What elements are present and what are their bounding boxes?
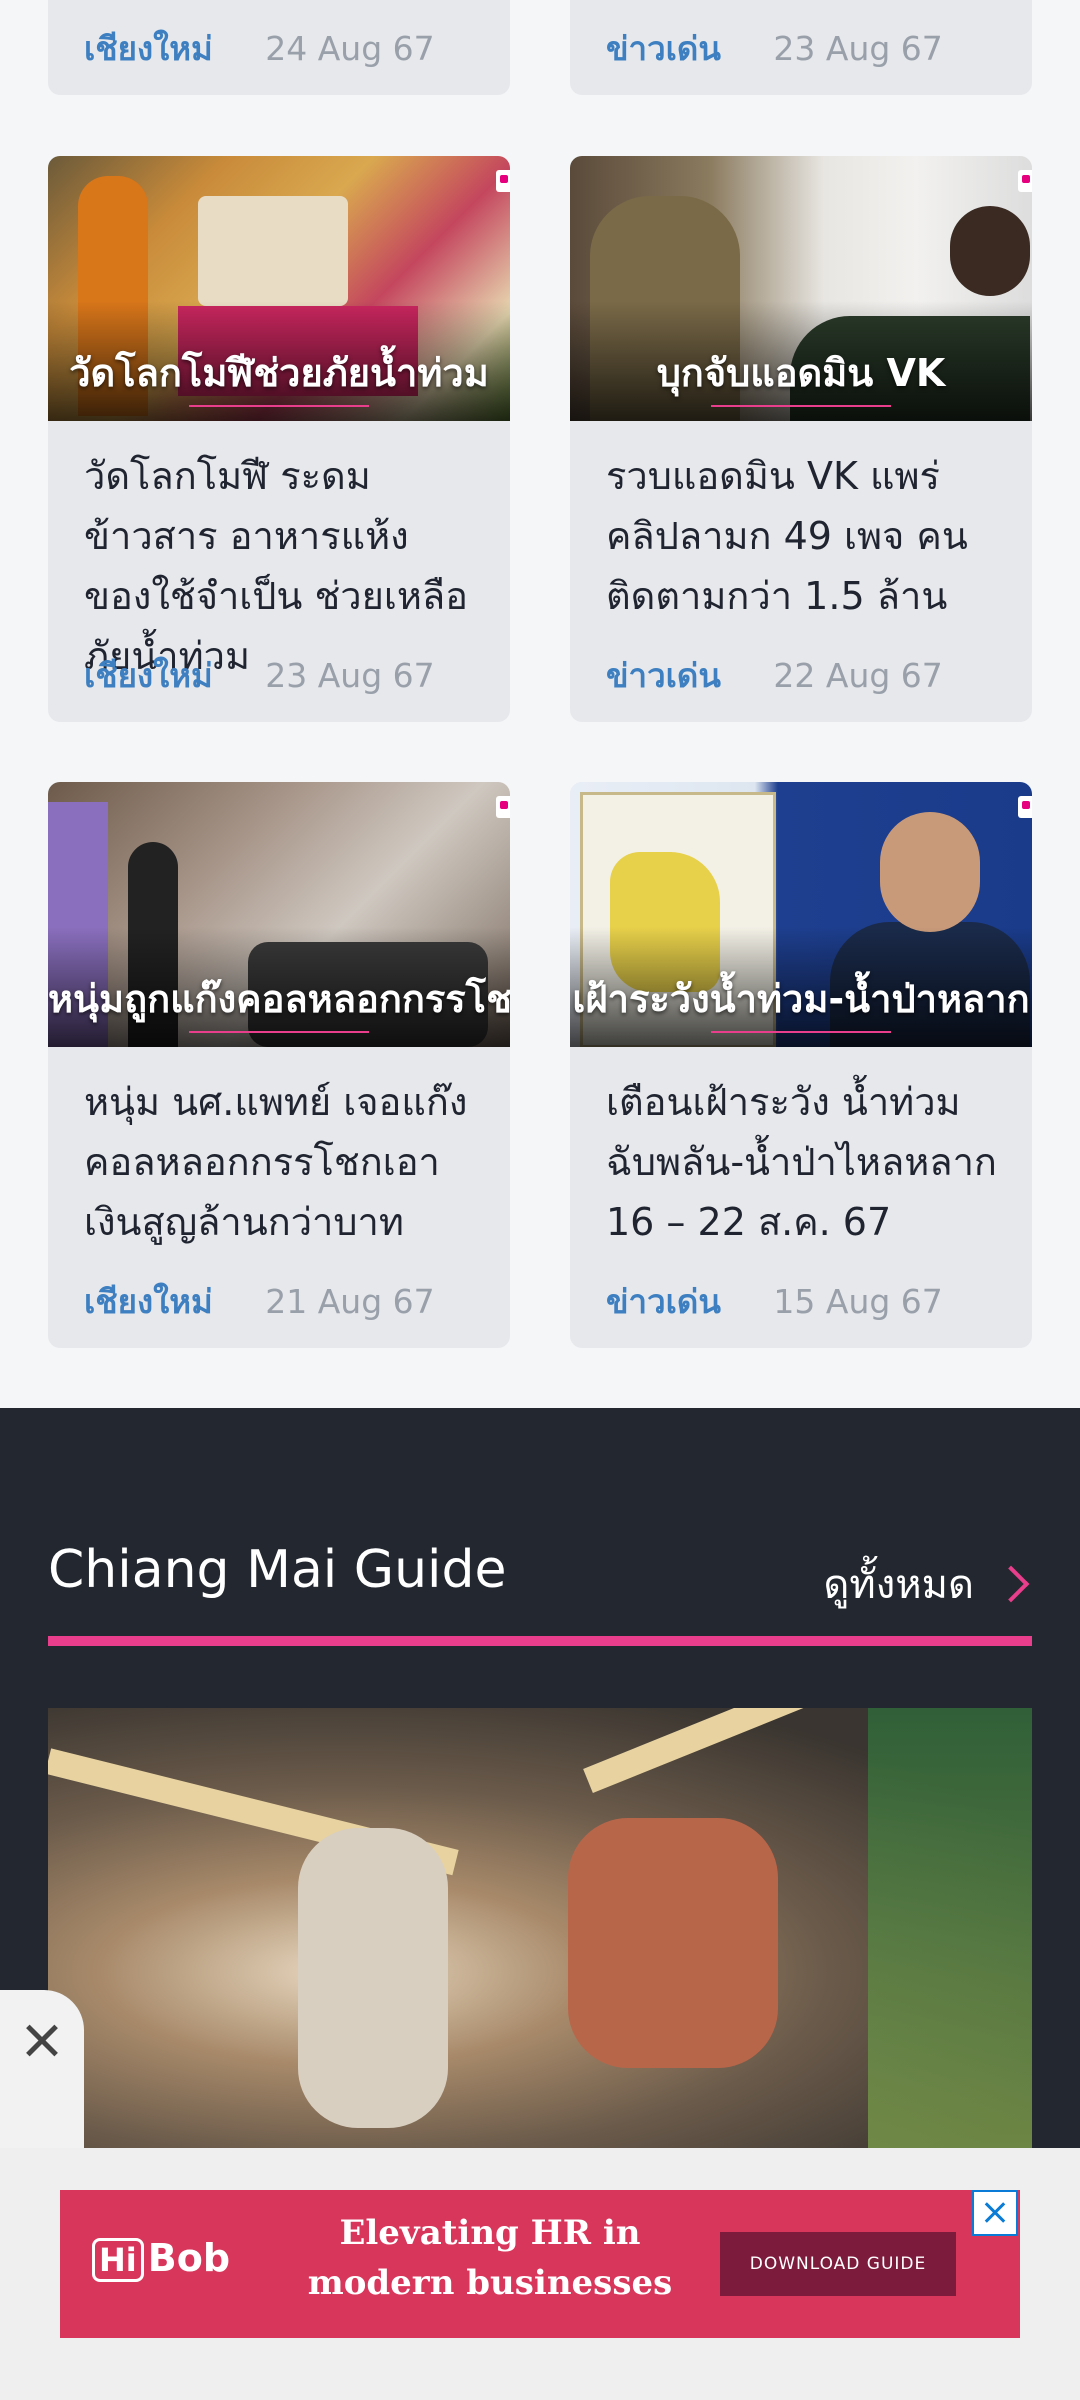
thumbnail-caption: วัดโลกโมฬีช่วยภัยน้ำท่วม [69,351,489,395]
close-icon[interactable] [0,1990,84,2150]
card-date: 23 Aug 67 [773,29,943,68]
card-date: 21 Aug 67 [265,1282,435,1321]
news-thumbnail: เฝ้าระวังน้ำท่วม-น้ำป่าหลาก [570,782,1032,1047]
ad-line-1: Elevating HR in [339,2213,641,2253]
ad-logo-bob: Bob [147,2236,231,2280]
news-card-partial[interactable]: เชียงใหม่ 24 Aug 67 [48,0,510,95]
news-card[interactable]: หนุ่มถูกแก๊งคอลหลอกกรรโชก หนุ่ม นศ.แพทย์… [48,782,510,1348]
see-all-label: ดูทั้งหมด [823,1562,974,1608]
thumbnail-caption: เฝ้าระวังน้ำท่วม-น้ำป่าหลาก [572,977,1030,1021]
ad-download-button[interactable]: DOWNLOAD GUIDE [720,2232,956,2296]
ad-logo: Hi Bob [92,2236,230,2282]
news-card-partial[interactable]: ข่าวเด่น 23 Aug 67 [570,0,1032,95]
card-date: 24 Aug 67 [265,29,435,68]
card-category[interactable]: ข่าวเด่น [606,29,721,68]
card-date: 22 Aug 67 [773,656,943,695]
card-category[interactable]: เชียงใหม่ [84,29,213,68]
ad-headline: Elevating HR in modern businesses [270,2208,710,2308]
card-meta: ข่าวเด่น 22 Aug 67 [606,649,943,702]
card-meta: เชียงใหม่ 21 Aug 67 [84,1275,435,1328]
card-meta: ข่าวเด่น 15 Aug 67 [606,1275,943,1328]
section-divider [48,1636,1032,1646]
card-category[interactable]: เชียงใหม่ [84,656,213,695]
news-thumbnail: บุกจับแอดมิน VK [570,156,1032,421]
see-all-link[interactable]: ดูทั้งหมด [823,1552,1030,1616]
guide-featured-image[interactable] [48,1708,1032,2148]
card-title[interactable]: รวบแอดมิน VK แพร่คลิปลามก 49 เพจ คนติดตา… [606,446,1008,626]
news-thumbnail: หนุ่มถูกแก๊งคอลหลอกกรรโชก [48,782,510,1047]
card-date: 15 Aug 67 [773,1282,943,1321]
thumbnail-caption: บุกจับแอดมิน VK [656,351,946,395]
thumbnail-caption: หนุ่มถูกแก๊งคอลหลอกกรรโชก [48,977,510,1021]
card-date: 23 Aug 67 [265,656,435,695]
news-card[interactable]: บุกจับแอดมิน VK รวบแอดมิน VK แพร่คลิปลาม… [570,156,1032,722]
news-card[interactable]: เฝ้าระวังน้ำท่วม-น้ำป่าหลาก เตือนเฝ้าระว… [570,782,1032,1348]
ad-line-2: modern businesses [307,2263,673,2303]
ad-close-icon[interactable] [972,2190,1018,2236]
card-category[interactable]: เชียงใหม่ [84,1282,213,1321]
chevron-right-icon [992,1565,1030,1603]
news-card[interactable]: วัดโลกโมฬีช่วยภัยน้ำท่วม วัดโลกโมฬี ระดม… [48,156,510,722]
card-category[interactable]: ข่าวเด่น [606,1282,721,1321]
card-meta: เชียงใหม่ 23 Aug 67 [84,649,435,702]
card-title[interactable]: เตือนเฝ้าระวัง น้ำท่วมฉับพลัน-น้ำป่าไหลห… [606,1072,1008,1252]
card-meta: ข่าวเด่น 23 Aug 67 [606,22,943,75]
section-title: Chiang Mai Guide [48,1540,507,1600]
card-meta: เชียงใหม่ 24 Aug 67 [84,22,435,75]
news-thumbnail: วัดโลกโมฬีช่วยภัยน้ำท่วม [48,156,510,421]
ad-logo-hi: Hi [92,2238,144,2282]
card-category[interactable]: ข่าวเด่น [606,656,721,695]
card-title[interactable]: หนุ่ม นศ.แพทย์ เจอแก๊งคอลหลอกกรรโชกเอาเง… [84,1072,486,1252]
